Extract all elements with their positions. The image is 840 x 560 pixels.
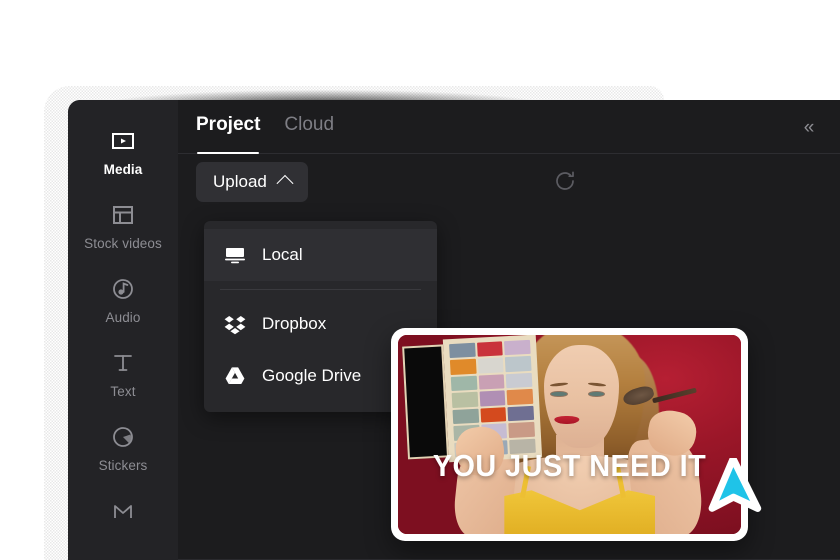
sidebar-item-label: Stock videos — [84, 236, 162, 251]
layout-grid-icon — [109, 201, 137, 229]
palette-swatch — [507, 405, 534, 422]
palette-swatch — [480, 407, 507, 423]
sidebar-item-stickers[interactable]: Stickers — [68, 412, 178, 486]
tab-cloud[interactable]: Cloud — [284, 114, 334, 140]
palette-swatch — [479, 390, 506, 407]
palette-swatch — [478, 374, 505, 391]
left-sidebar: Media Stock videos Audio Text Stickers — [68, 100, 178, 560]
sidebar-item-text[interactable]: Text — [68, 338, 178, 412]
menu-item-local[interactable]: Local — [204, 229, 437, 281]
sidebar-item-label: Audio — [105, 310, 141, 325]
palette-swatch — [449, 342, 476, 359]
media-preview-card[interactable]: YOU JUST NEED IT — [391, 328, 748, 541]
monitor-icon — [222, 242, 248, 268]
chevron-up-icon — [276, 174, 294, 192]
sidebar-item-label: Stickers — [98, 458, 148, 473]
refresh-icon[interactable] — [552, 168, 578, 194]
tab-label: Cloud — [284, 113, 335, 135]
sticker-pie-icon — [109, 423, 137, 451]
palette-swatch — [505, 372, 533, 389]
chevron-double-left-icon[interactable]: « — [796, 116, 820, 140]
screenshot-stage: Media Stock videos Audio Text Stickers P… — [0, 0, 840, 560]
palette-swatch — [476, 341, 503, 358]
thumbnail-artwork — [398, 335, 741, 534]
panel-tabbar: Project Cloud « — [178, 100, 840, 154]
palette-swatch — [504, 339, 531, 356]
palette-swatch — [451, 392, 479, 408]
sidebar-item-audio[interactable]: Audio — [68, 264, 178, 338]
upload-button[interactable]: Upload — [196, 162, 308, 202]
sidebar-item-label: Text — [110, 384, 136, 399]
menu-item-label: Google Drive — [262, 366, 362, 385]
sidebar-item-stock-videos[interactable]: Stock videos — [68, 190, 178, 264]
palette-swatch — [452, 408, 479, 425]
media-video-icon — [109, 127, 137, 155]
palette-swatch — [508, 422, 535, 438]
tab-label: Project — [196, 113, 261, 135]
text-t-icon — [109, 349, 137, 377]
sidebar-item-effects[interactable] — [68, 486, 178, 545]
palette-swatch — [451, 375, 478, 392]
dropbox-icon — [222, 311, 248, 337]
menu-item-label: Local — [262, 245, 303, 264]
thumbnail-caption: YOU JUST NEED IT — [432, 448, 707, 484]
palette-swatch — [477, 357, 504, 374]
upload-button-label: Upload — [213, 172, 267, 191]
effects-icon — [109, 497, 137, 525]
tab-project[interactable]: Project — [196, 113, 261, 154]
media-thumbnail: YOU JUST NEED IT — [398, 335, 741, 534]
palette-swatch — [505, 356, 532, 373]
palette-lid — [401, 344, 450, 460]
audio-note-icon — [109, 275, 137, 303]
google-drive-icon — [222, 363, 248, 389]
menu-item-label: Dropbox — [262, 314, 327, 333]
panel-toolbar: Upload — [178, 154, 840, 210]
menu-divider — [220, 289, 421, 290]
sidebar-item-label: Media — [103, 162, 143, 177]
palette-swatch — [506, 389, 533, 406]
sidebar-item-media[interactable]: Media — [68, 116, 178, 190]
palette-swatch — [450, 359, 477, 375]
